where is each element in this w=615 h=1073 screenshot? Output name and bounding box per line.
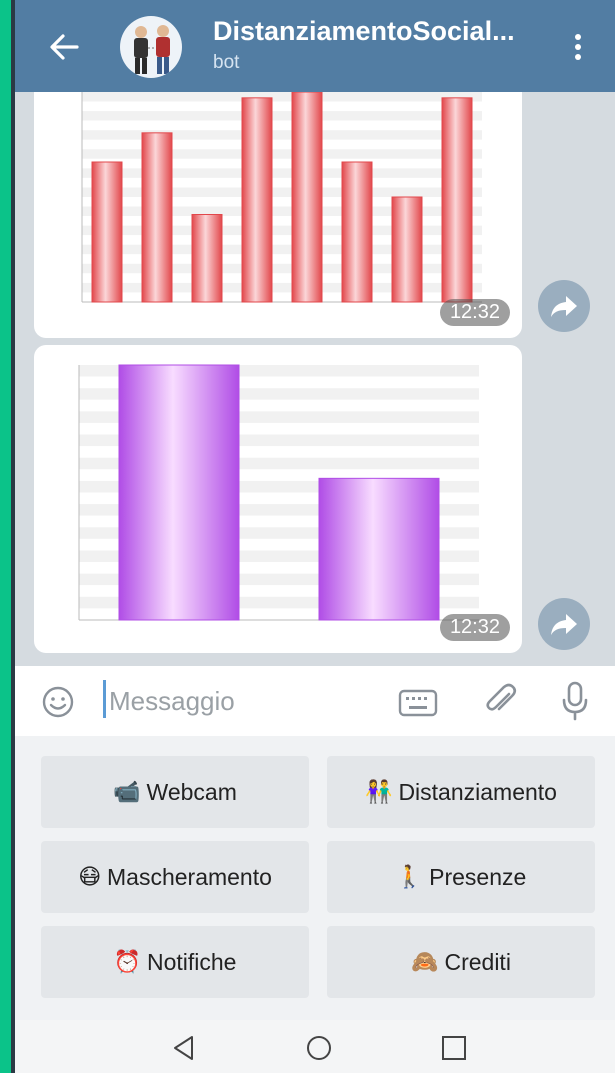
nav-recents-icon[interactable] <box>440 1034 468 1062</box>
alarm-clock-icon: ⏰ <box>113 949 141 974</box>
button-label: Mascheramento <box>107 863 272 890</box>
emoji-icon[interactable] <box>41 685 75 719</box>
message-time: 12:32 <box>439 614 510 641</box>
bot-reply-keyboard: 📹 Webcam 👫 Distanziamento 😷 Mascheramento 🚶… <box>15 736 615 1020</box>
button-label: Crediti <box>444 948 511 975</box>
button-label: Notifiche <box>146 948 237 975</box>
chat-title[interactable]: DistanziamentoSocial... <box>213 16 515 47</box>
message-input[interactable] <box>109 681 379 721</box>
message-bubble-chart-1[interactable]: 12:32 <box>34 92 522 338</box>
keyboard-button-notifiche[interactable]: ⏰ Notifiche <box>41 926 309 998</box>
chart-bar <box>341 161 373 303</box>
walking-person-icon: 🚶 <box>395 864 424 889</box>
button-label: Presenze <box>429 863 527 890</box>
keyboard-button-distanziamento[interactable]: 👫 Distanziamento <box>327 756 595 828</box>
mask-face-icon: 😷 <box>78 864 101 889</box>
button-label: Distanziamento <box>398 778 557 805</box>
attach-icon[interactable] <box>483 682 519 720</box>
keyboard-button-presenze[interactable]: 🚶 Presenze <box>327 841 595 913</box>
forward-button[interactable] <box>538 598 590 650</box>
chat-header: DistanziamentoSocial... bot <box>15 0 615 92</box>
message-input-bar <box>15 666 615 736</box>
chart-bar <box>291 92 323 303</box>
video-camera-icon: 📹 <box>113 779 141 804</box>
forward-button[interactable] <box>538 280 590 332</box>
phone-screen: DistanziamentoSocial... bot 12:32 12:32 <box>15 0 615 1073</box>
keyboard-button-mascheramento[interactable]: 😷 Mascheramento <box>41 841 309 913</box>
chart-bar <box>241 97 273 303</box>
nav-home-icon[interactable] <box>305 1034 333 1062</box>
microphone-icon[interactable] <box>561 680 589 722</box>
message-time: 12:32 <box>439 299 510 326</box>
chart-bar <box>91 161 123 303</box>
more-menu-icon[interactable] <box>573 34 583 62</box>
keyboard-button-crediti[interactable]: 🙈 Crediti <box>327 926 595 998</box>
forward-icon <box>551 614 577 635</box>
bot-avatar[interactable] <box>120 16 182 78</box>
chart-bar <box>118 364 240 621</box>
button-label: Webcam <box>146 778 237 805</box>
forward-icon <box>551 296 577 317</box>
nav-back-icon[interactable] <box>170 1034 198 1062</box>
system-nav-bar <box>15 1020 615 1073</box>
chart-bar <box>318 477 440 621</box>
chat-subtitle: bot <box>213 52 240 73</box>
chat-area: 12:32 12:32 <box>15 92 615 666</box>
back-arrow-icon[interactable] <box>47 30 81 64</box>
bot-keyboard-icon[interactable] <box>398 688 438 718</box>
text-caret <box>103 680 106 718</box>
chart-bar <box>391 196 423 303</box>
bar-chart-2 <box>78 364 479 621</box>
chart-bar <box>441 97 473 303</box>
chart-bar <box>141 132 173 303</box>
people-icon: 👫 <box>365 779 393 804</box>
monkey-icon: 🙈 <box>411 949 439 974</box>
keyboard-button-webcam[interactable]: 📹 Webcam <box>41 756 309 828</box>
chart-bar <box>191 214 223 303</box>
message-bubble-chart-2[interactable]: 12:32 <box>34 345 522 653</box>
